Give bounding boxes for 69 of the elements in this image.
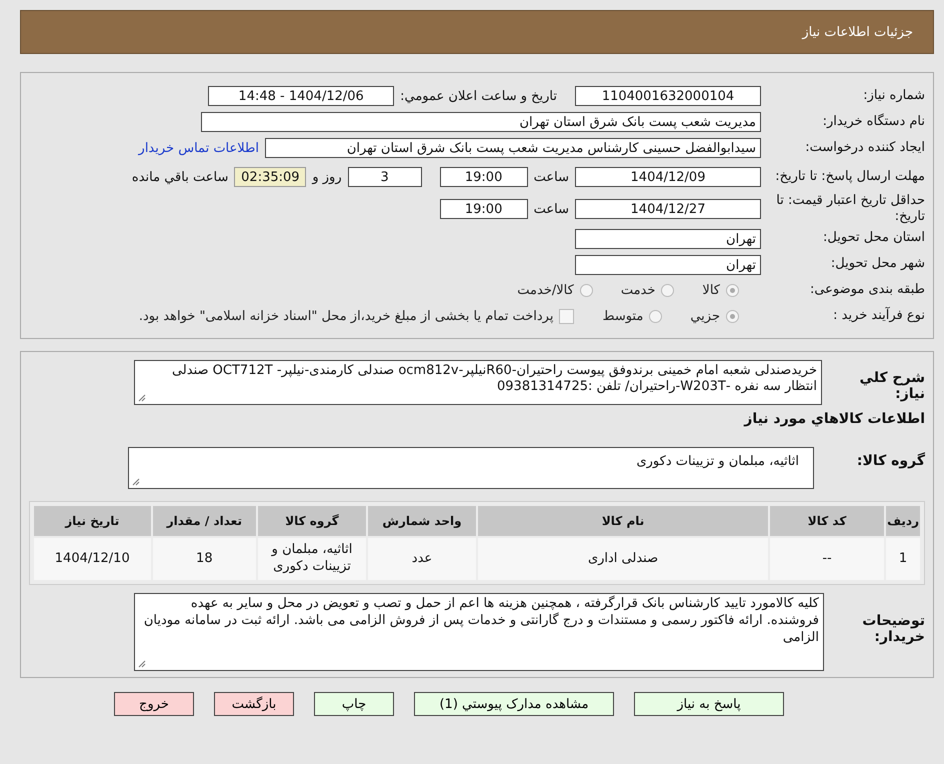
radio-label: خدمت xyxy=(620,283,656,298)
table-cell: اثاثیه، مبلمان و تزیینات دکوری xyxy=(258,538,366,580)
table-cell: 1404/12/10 xyxy=(34,538,150,580)
date-field[interactable]: 1404/12/09 xyxy=(575,167,761,187)
need-number-field[interactable]: 1104001632000104 xyxy=(575,86,761,106)
remaining-time-field: 02:35:09 xyxy=(234,167,306,187)
column-header: گروه کالا xyxy=(258,506,366,536)
time-field[interactable]: 19:00 xyxy=(440,199,528,220)
announce-date-field[interactable]: 1404/12/06 - 14:48 xyxy=(208,86,394,106)
column-header: تعداد / مقدار xyxy=(152,506,256,536)
checkbox[interactable] xyxy=(559,309,574,324)
checkbox-label: پرداخت تمام یا بخشی از مبلغ خرید،از محل "اسناد خزانه اسلامی" خواهد بود. xyxy=(138,309,554,324)
radio-label: کالا xyxy=(702,283,720,298)
resize-handle-icon[interactable] xyxy=(138,660,146,668)
radio-button[interactable] xyxy=(580,284,593,297)
field-label: نوع فرآیند خرید : xyxy=(832,308,925,325)
days-label: روز و xyxy=(312,170,342,184)
buyer-notes-field[interactable]: کلیه کالامورد تایید کارشناس بانک قرارگرفته ، همچنین هزینه ها اعم از حمل و تصب و تعویض در محل و سایر به عهده فروشنده. ارائه فاکتور رسمی و مستندات و درج گارانتی و خدمات پس از فروش الزامی می باشد. ارائه ثبت در سامانه مودیان الزامی xyxy=(134,593,824,672)
time-label: ساعت xyxy=(534,202,569,217)
resize-handle-icon[interactable] xyxy=(138,394,146,402)
goods-group-field[interactable]: اثاثیه، مبلمان و تزیینات دکوری xyxy=(128,447,814,490)
radio-button[interactable] xyxy=(649,310,662,323)
column-header: کد کالا xyxy=(770,506,884,536)
time-label: ساعت xyxy=(534,170,569,184)
field-label: شماره نیاز: xyxy=(862,88,925,104)
radio-button[interactable] xyxy=(661,284,674,297)
field-label: شرح کلي نیاز: xyxy=(858,370,925,402)
action-button[interactable]: چاپ xyxy=(314,692,394,716)
date-field[interactable]: 1404/12/27 xyxy=(575,199,761,220)
field-label: طبقه بندی موضوعی: xyxy=(808,282,925,299)
field-label: استان محل تحویل: xyxy=(822,230,925,247)
table-cell: عدد xyxy=(368,538,476,580)
field-label: تاریخ و ساعت اعلان عمومي: xyxy=(400,88,557,104)
radio-button[interactable] xyxy=(726,310,739,323)
buyer-contact-link[interactable]: اطلاعات تماس خریدار xyxy=(138,140,259,156)
table-cell: 18 xyxy=(152,538,256,580)
action-button[interactable]: بازگشت xyxy=(214,692,294,716)
field-label: نام دستگاه خریدار: xyxy=(822,114,925,130)
page-title: جزئیات اطلاعات نیاز xyxy=(802,24,913,40)
requester-field[interactable]: سیدابوالفضل حسینی کارشناس مدیریت شعب پست بانک شرق استان تهران xyxy=(265,138,761,158)
field-label: گروه کالا: xyxy=(856,453,925,470)
province-field[interactable]: تهران xyxy=(575,228,761,248)
buyer-org-field[interactable]: مدیریت شعب پست بانک شرق استان تهران xyxy=(201,112,761,132)
radio-label: جزيي xyxy=(690,309,720,324)
table-cell: 1 xyxy=(886,538,920,580)
radio-label: متوسط xyxy=(602,309,644,324)
section-heading: اطلاعات کالاهاي مورد نیاز xyxy=(742,411,925,428)
field-label: توضیحات خریدار: xyxy=(861,613,925,646)
action-button[interactable]: خروج xyxy=(114,692,194,716)
description-field[interactable]: خریدصندلی شعبه امام خمینی برندوفق پیوست راحتیران-R60نیلپر-ocm812v صندلی کارمندی-نیلپر- OCT712T صندلی انتظار سه نفره -W203T-راحتیران/ تلفن :09381314725 xyxy=(134,360,822,406)
column-header: ردیف xyxy=(886,506,920,536)
time-field[interactable]: 19:00 xyxy=(440,167,528,187)
table-cell: صندلی اداری xyxy=(478,538,768,580)
field-label: ایجاد کننده درخواست: xyxy=(804,140,925,156)
field-label: مهلت ارسال پاسخ: تا تاریخ: xyxy=(774,168,925,186)
column-header: واحد شمارش xyxy=(368,506,476,536)
resize-handle-icon[interactable] xyxy=(132,478,140,486)
city-field[interactable]: تهران xyxy=(575,254,761,274)
action-button[interactable]: پاسخ به نیاز xyxy=(634,692,784,716)
field-label: شهر محل تحویل: xyxy=(830,256,925,273)
radio-label: کالا/خدمت xyxy=(517,283,574,298)
radio-button[interactable] xyxy=(726,284,739,297)
days-field[interactable]: 3 xyxy=(348,167,422,187)
table-cell: -- xyxy=(770,538,884,580)
remaining-label: ساعت باقي مانده xyxy=(132,170,228,184)
action-button[interactable]: مشاهده مدارک پیوستي (1) xyxy=(414,692,614,716)
column-header: نام کالا xyxy=(478,506,768,536)
column-header: تاریخ نیاز xyxy=(34,506,150,536)
field-label: حداقل تاریخ اعتبار قیمت: تا تاریخ: xyxy=(775,193,925,226)
